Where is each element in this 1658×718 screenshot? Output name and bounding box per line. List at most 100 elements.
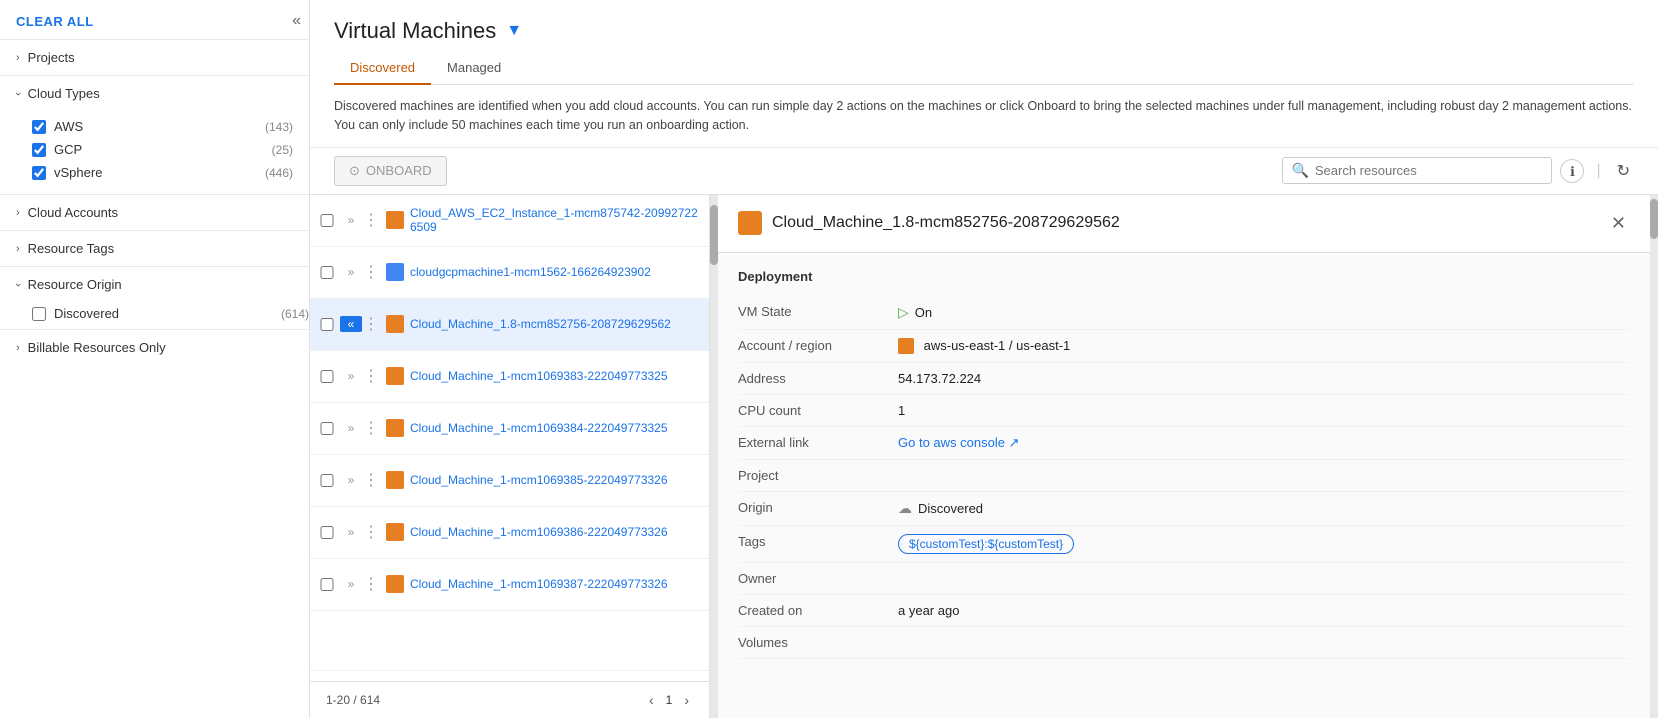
tab-managed[interactable]: Managed [431,52,517,85]
table-empty-row [310,611,709,671]
detail-label-address: Address [738,371,898,386]
detail-row-origin: Origin ☁ Discovered [738,492,1630,526]
detail-close-button[interactable]: ✕ [1607,209,1630,238]
onboard-label: ONBOARD [366,163,432,178]
row-menu-4[interactable]: ⋮ [362,366,380,386]
table-scroll: » ⋮ Cloud_AWS_EC2_Instance_1-mcm875742-2… [310,195,709,682]
origin-text: Discovered [918,501,983,516]
row-menu-5[interactable]: ⋮ [362,418,380,438]
tab-discovered[interactable]: Discovered [334,52,431,85]
row-menu-3[interactable]: ⋮ [362,314,380,334]
row-checkbox-8[interactable] [318,578,336,591]
row-checkbox-6[interactable] [318,474,336,487]
row-menu-2[interactable]: ⋮ [362,262,380,282]
split-panel: » ⋮ Cloud_AWS_EC2_Instance_1-mcm875742-2… [310,195,1658,718]
vsphere-checkbox[interactable] [32,166,46,180]
detail-value-vmstate: ▷ On [898,304,1630,321]
account-icon [898,338,914,354]
search-input[interactable] [1315,163,1544,178]
detail-value-created: a year ago [898,603,1630,618]
filter-icon: ▼ [506,22,522,40]
info-button[interactable]: ℹ [1560,159,1584,183]
row-menu-8[interactable]: ⋮ [362,574,380,594]
vsphere-count: (446) [265,166,293,180]
row-checkbox-2[interactable] [318,266,336,279]
refresh-button[interactable]: ↻ [1613,157,1634,185]
cloud-types-filter-label: Cloud Types [28,86,100,101]
row-expand-8[interactable]: » [340,577,362,591]
prev-page-button[interactable]: ‹ [645,690,658,710]
detail-label-account: Account / region [738,338,898,353]
detail-label-external-link: External link [738,435,898,450]
next-page-button[interactable]: › [680,690,693,710]
row-expand-6[interactable]: » [340,473,362,487]
aws-checkbox[interactable] [32,120,46,134]
billable-resources-filter-header[interactable]: › Billable Resources Only [0,329,309,365]
clear-all-button[interactable]: CLEAR ALL [0,0,309,39]
discovered-checkbox[interactable] [32,307,46,321]
toolbar: ⊙ ONBOARD 🔍 ℹ | ↻ [310,148,1658,195]
table-row[interactable]: » ⋮ Cloud_Machine_1-mcm1069383-222049773… [310,351,709,403]
resource-tags-chevron-icon: › [16,243,20,255]
sidebar-collapse-button[interactable]: « [292,12,301,30]
aws-vm-icon-5 [386,419,404,437]
row-name-7: Cloud_Machine_1-mcm1069386-222049773326 [410,525,701,539]
row-checkbox-4[interactable] [318,370,336,383]
resource-origin-filter-header[interactable]: › Resource Origin [0,267,309,302]
vsphere-label: vSphere [54,165,102,180]
billable-resources-label: Billable Resources Only [28,340,166,355]
row-expand-7[interactable]: » [340,525,362,539]
search-icon: 🔍 [1291,162,1308,179]
onboard-button[interactable]: ⊙ ONBOARD [334,156,447,186]
row-checkbox-7[interactable] [318,526,336,539]
detail-label-created: Created on [738,603,898,618]
table-row[interactable]: » ⋮ Cloud_Machine_1-mcm1069385-222049773… [310,455,709,507]
cloud-accounts-filter-header[interactable]: › Cloud Accounts [0,194,309,230]
search-box: 🔍 [1282,157,1552,184]
separator-divider: | [1592,158,1604,184]
row-menu-7[interactable]: ⋮ [362,522,380,542]
row-menu-6[interactable]: ⋮ [362,470,380,490]
table-row[interactable]: » ⋮ Cloud_Machine_1-mcm1069386-222049773… [310,507,709,559]
sidebar: « CLEAR ALL › Projects › Cloud Types AWS… [0,0,310,718]
table-row[interactable]: » ⋮ Cloud_Machine_1-mcm1069384-222049773… [310,403,709,455]
table-vertical-scrollbar[interactable] [710,195,718,718]
detail-value-external-link[interactable]: Go to aws console ↗ [898,435,1630,451]
table-row[interactable]: » ⋮ Cloud_AWS_EC2_Instance_1-mcm875742-2… [310,195,709,247]
table-row[interactable]: » ⋮ cloudgcpmachine1-mcm1562-16626492390… [310,247,709,299]
pagination-range: 1-20 / 614 [326,693,380,707]
detail-row-volumes: Volumes [738,627,1630,659]
row-expand-5[interactable]: » [340,421,362,435]
row-expand-1[interactable]: » [340,213,362,227]
resource-tags-filter-header[interactable]: › Resource Tags [0,230,309,266]
row-checkbox-3[interactable] [318,318,336,331]
detail-row-cpu: CPU count 1 [738,395,1630,427]
row-checkbox-1[interactable] [318,214,336,227]
gcp-count: (25) [272,143,293,157]
gcp-checkbox[interactable] [32,143,46,157]
detail-vertical-scrollbar[interactable] [1650,195,1658,718]
cloud-accounts-filter-label: Cloud Accounts [28,205,118,220]
row-expand-4[interactable]: » [340,369,362,383]
gcp-label: GCP [54,142,82,157]
row-name-8: Cloud_Machine_1-mcm1069387-222049773326 [410,577,701,591]
detail-row-tags: Tags ${customTest}:${customTest} [738,526,1630,563]
table-row[interactable]: « ⋮ Cloud_Machine_1.8-mcm852756-20872962… [310,299,709,351]
detail-label-tags: Tags [738,534,898,549]
row-expand-3[interactable]: « [340,316,362,332]
cloud-type-aws: AWS (143) [32,115,293,138]
discovered-filter-item: Discovered (614) [0,302,309,329]
cloud-types-filter-header[interactable]: › Cloud Types [0,76,309,111]
row-name-6: Cloud_Machine_1-mcm1069385-222049773326 [410,473,701,487]
row-expand-2[interactable]: » [340,265,362,279]
row-checkbox-5[interactable] [318,422,336,435]
detail-label-project: Project [738,468,898,483]
detail-row-external-link: External link Go to aws console ↗ [738,427,1630,460]
billable-chevron-icon: › [16,342,20,354]
projects-filter-header[interactable]: › Projects [0,40,309,75]
cloud-types-filter-body: AWS (143) GCP (25) vSphere (446) [0,111,309,194]
cloud-origin-icon: ☁ [898,500,912,517]
detail-section-title: Deployment [738,269,1630,284]
table-row[interactable]: » ⋮ Cloud_Machine_1-mcm1069387-222049773… [310,559,709,611]
row-menu-1[interactable]: ⋮ [362,210,380,230]
